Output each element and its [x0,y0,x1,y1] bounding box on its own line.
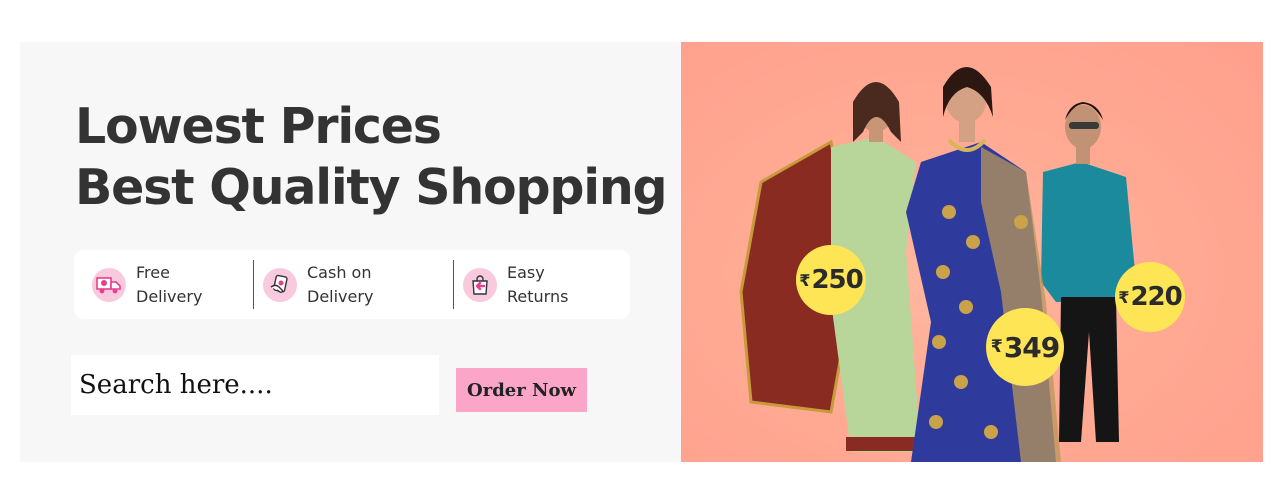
price-badge: ₹349 [986,308,1064,386]
headline-line-2: Best Quality Shopping [75,159,668,216]
headline-line-1: Lowest Prices [75,98,442,155]
feature-easy-returns: Easy Returns [463,250,597,319]
price-badge: ₹220 [1115,262,1185,332]
search-input[interactable] [71,355,439,415]
banner-left-panel: Lowest Prices Best Quality Shopping Free… [20,42,681,462]
fashion-models-illustration [739,67,1136,462]
rupee-symbol: ₹ [1118,287,1129,307]
rupee-symbol: ₹ [990,337,1003,357]
feature-label: Cash on Delivery [307,262,374,306]
hero-banner: Lowest Prices Best Quality Shopping Free… [20,42,1263,462]
order-now-button[interactable]: Order Now [456,368,587,412]
delivery-truck-icon [92,267,126,302]
hero-image-panel: ₹250 ₹349 ₹220 [681,42,1263,462]
price-amount: 220 [1130,282,1182,312]
feature-label: Easy Returns [507,262,569,306]
feature-divider [453,260,454,309]
return-bag-icon [463,267,497,302]
price-amount: 349 [1003,330,1060,364]
price-amount: 250 [811,265,863,295]
price-badge: ₹250 [796,245,866,315]
headline: Lowest Prices Best Quality Shopping [75,96,668,218]
feature-cash-on-delivery: Cash on Delivery [263,250,397,319]
feature-strip: Free Delivery Cash on Delivery Easy Retu… [74,250,630,319]
feature-divider [253,260,254,309]
feature-free-delivery: Free Delivery [92,250,226,319]
cash-hand-icon [263,267,297,302]
feature-label: Free Delivery [136,262,203,306]
rupee-symbol: ₹ [799,270,810,290]
